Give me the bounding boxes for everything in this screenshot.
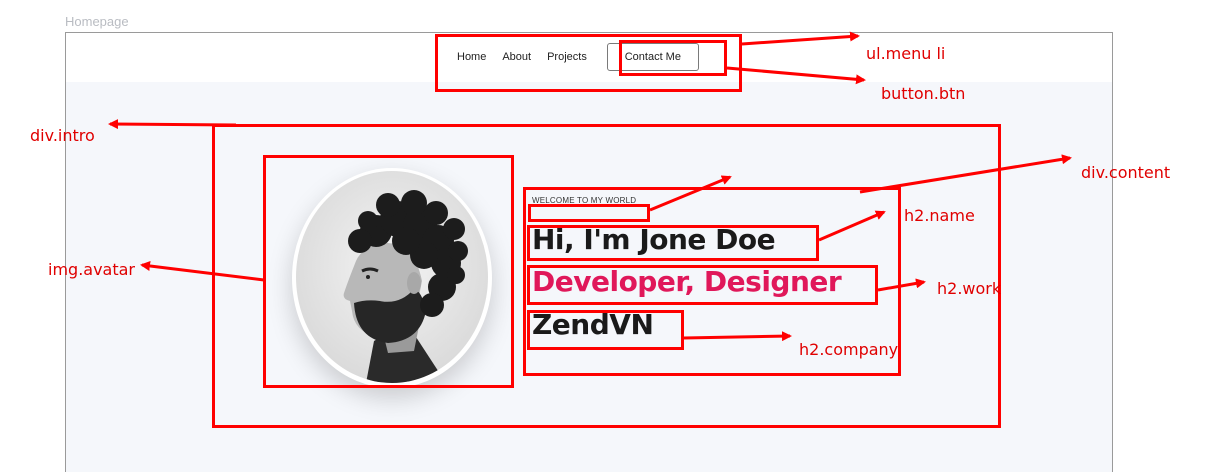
arrow-welcome (649, 175, 732, 212)
arrow-content (859, 154, 1072, 194)
label-button-btn: button.btn (881, 84, 966, 103)
label-img-avatar: img.avatar (48, 260, 136, 279)
label-div-content: div.content (1081, 163, 1171, 182)
arrow-button (726, 66, 866, 85)
arrow-menu (741, 31, 860, 46)
annotation-arrows (108, 31, 1072, 342)
arrow-avatar (140, 261, 265, 282)
arrow-name (818, 210, 886, 242)
arrow-intro (108, 119, 237, 130)
arrow-company (683, 331, 792, 342)
label-h2-company: h2.company (799, 340, 899, 359)
arrow-work (877, 278, 926, 292)
label-ul-menu: ul.menu li (866, 44, 946, 63)
label-div-intro: div.intro (30, 126, 95, 145)
label-h2-work: h2.work (937, 279, 1002, 298)
label-h2-name: h2.name (904, 206, 975, 225)
